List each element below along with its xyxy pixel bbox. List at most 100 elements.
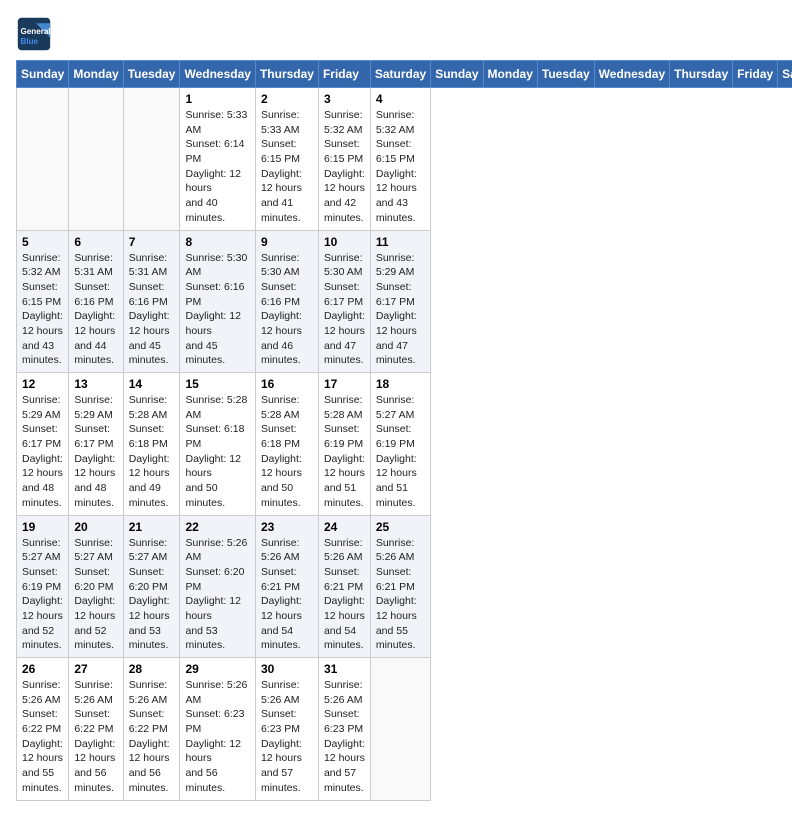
cell-info: Sunrise: 5:28 AM Sunset: 6:18 PM Dayligh… — [185, 393, 249, 511]
day-number: 14 — [129, 377, 175, 391]
cell-info: Sunrise: 5:31 AM Sunset: 6:16 PM Dayligh… — [74, 251, 117, 369]
header-saturday: Saturday — [370, 61, 430, 88]
calendar-cell: 1Sunrise: 5:33 AM Sunset: 6:14 PM Daylig… — [180, 88, 255, 231]
svg-text:General: General — [21, 27, 51, 36]
calendar-cell: 13 Sunrise: 5:29 AM Sunset: 6:17 PM Dayli… — [69, 373, 123, 516]
calendar-cell: 15 Sunrise: 5:28 AM Sunset: 6:18 PM Dayli… — [180, 373, 255, 516]
page-header: General Blue — [16, 16, 776, 52]
day-number: 15 — [185, 377, 249, 391]
col-header-saturday: Saturday — [778, 61, 792, 88]
day-number: 29 — [185, 662, 249, 676]
day-number: 26 — [22, 662, 63, 676]
day-number: 19 — [22, 520, 63, 534]
day-number: 31 — [324, 662, 365, 676]
logo-icon: General Blue — [16, 16, 52, 52]
col-header-monday: Monday — [483, 61, 537, 88]
calendar-cell — [69, 88, 123, 231]
calendar-cell: 28Sunrise: 5:26 AM Sunset: 6:22 PM Dayli… — [123, 658, 180, 801]
calendar-cell: 30Sunrise: 5:26 AM Sunset: 6:23 PM Dayli… — [255, 658, 318, 801]
calendar-cell: 7 Sunrise: 5:31 AM Sunset: 6:16 PM Daylig… — [123, 230, 180, 373]
cell-info: Sunrise: 5:27 AM Sunset: 6:19 PM Dayligh… — [376, 393, 425, 511]
header-monday: Monday — [69, 61, 123, 88]
day-number: 3 — [324, 92, 365, 106]
day-number: 13 — [74, 377, 117, 391]
cell-info: Sunrise: 5:33 AM Sunset: 6:15 PM Dayligh… — [261, 108, 313, 226]
cell-info: Sunrise: 5:28 AM Sunset: 6:18 PM Dayligh… — [129, 393, 175, 511]
header-tuesday: Tuesday — [123, 61, 180, 88]
cell-info: Sunrise: 5:26 AM Sunset: 6:21 PM Dayligh… — [324, 536, 365, 654]
day-number: 4 — [376, 92, 425, 106]
cell-info: Sunrise: 5:26 AM Sunset: 6:23 PM Dayligh… — [185, 678, 249, 796]
calendar-cell: 26Sunrise: 5:26 AM Sunset: 6:22 PM Dayli… — [17, 658, 69, 801]
calendar-cell: 20 Sunrise: 5:27 AM Sunset: 6:20 PM Dayli… — [69, 515, 123, 658]
calendar-cell: 24 Sunrise: 5:26 AM Sunset: 6:21 PM Dayli… — [318, 515, 370, 658]
calendar-cell: 23Sunrise: 5:26 AM Sunset: 6:21 PM Dayli… — [255, 515, 318, 658]
calendar-cell — [17, 88, 69, 231]
col-header-tuesday: Tuesday — [537, 61, 594, 88]
cell-info: Sunrise: 5:29 AM Sunset: 6:17 PM Dayligh… — [376, 251, 425, 369]
cell-info: Sunrise: 5:28 AM Sunset: 6:19 PM Dayligh… — [324, 393, 365, 511]
cell-info: Sunrise: 5:30 AM Sunset: 6:16 PM Dayligh… — [261, 251, 313, 369]
calendar-cell: 21 Sunrise: 5:27 AM Sunset: 6:20 PM Dayli… — [123, 515, 180, 658]
cell-info: Sunrise: 5:29 AM Sunset: 6:17 PM Dayligh… — [74, 393, 117, 511]
calendar-cell: 29 Sunrise: 5:26 AM Sunset: 6:23 PM Dayli… — [180, 658, 255, 801]
day-number: 28 — [129, 662, 175, 676]
calendar-cell: 11 Sunrise: 5:29 AM Sunset: 6:17 PM Dayli… — [370, 230, 430, 373]
calendar-cell: 31 Sunrise: 5:26 AM Sunset: 6:23 PM Dayli… — [318, 658, 370, 801]
cell-info: Sunrise: 5:30 AM Sunset: 6:16 PM Dayligh… — [185, 251, 249, 369]
col-header-friday: Friday — [733, 61, 778, 88]
calendar-cell: 10Sunrise: 5:30 AM Sunset: 6:17 PM Dayli… — [318, 230, 370, 373]
day-number: 25 — [376, 520, 425, 534]
calendar-week-4: 19 Sunrise: 5:27 AM Sunset: 6:19 PM Dayli… — [17, 515, 792, 658]
day-number: 9 — [261, 235, 313, 249]
calendar-cell: 18 Sunrise: 5:27 AM Sunset: 6:19 PM Dayli… — [370, 373, 430, 516]
day-number: 22 — [185, 520, 249, 534]
calendar-cell: 4Sunrise: 5:32 AM Sunset: 6:15 PM Daylig… — [370, 88, 430, 231]
day-number: 27 — [74, 662, 117, 676]
calendar-week-3: 12 Sunrise: 5:29 AM Sunset: 6:17 PM Dayli… — [17, 373, 792, 516]
day-number: 5 — [22, 235, 63, 249]
calendar-cell: 17 Sunrise: 5:28 AM Sunset: 6:19 PM Dayli… — [318, 373, 370, 516]
calendar-cell: 25Sunrise: 5:26 AM Sunset: 6:21 PM Dayli… — [370, 515, 430, 658]
calendar-week-2: 5 Sunrise: 5:32 AM Sunset: 6:15 PM Daylig… — [17, 230, 792, 373]
calendar-table: SundayMondayTuesdayWednesdayThursdayFrid… — [16, 60, 792, 801]
day-number: 18 — [376, 377, 425, 391]
day-number: 17 — [324, 377, 365, 391]
day-number: 24 — [324, 520, 365, 534]
header-friday: Friday — [318, 61, 370, 88]
header-sunday: Sunday — [17, 61, 69, 88]
col-header-sunday: Sunday — [431, 61, 483, 88]
calendar-cell: 19 Sunrise: 5:27 AM Sunset: 6:19 PM Dayli… — [17, 515, 69, 658]
header-wednesday: Wednesday — [180, 61, 255, 88]
col-header-wednesday: Wednesday — [594, 61, 669, 88]
cell-info: Sunrise: 5:27 AM Sunset: 6:20 PM Dayligh… — [129, 536, 175, 654]
calendar-cell: 14 Sunrise: 5:28 AM Sunset: 6:18 PM Dayli… — [123, 373, 180, 516]
cell-info: Sunrise: 5:26 AM Sunset: 6:23 PM Dayligh… — [324, 678, 365, 796]
day-number: 30 — [261, 662, 313, 676]
cell-info: Sunrise: 5:32 AM Sunset: 6:15 PM Dayligh… — [324, 108, 365, 226]
cell-info: Sunrise: 5:26 AM Sunset: 6:21 PM Dayligh… — [261, 536, 313, 654]
cell-info: Sunrise: 5:27 AM Sunset: 6:20 PM Dayligh… — [74, 536, 117, 654]
cell-info: Sunrise: 5:29 AM Sunset: 6:17 PM Dayligh… — [22, 393, 63, 511]
calendar-cell: 12 Sunrise: 5:29 AM Sunset: 6:17 PM Dayli… — [17, 373, 69, 516]
calendar-cell — [370, 658, 430, 801]
day-number: 12 — [22, 377, 63, 391]
day-number: 11 — [376, 235, 425, 249]
day-number: 20 — [74, 520, 117, 534]
day-number: 6 — [74, 235, 117, 249]
day-number: 21 — [129, 520, 175, 534]
svg-text:Blue: Blue — [21, 37, 39, 46]
cell-info: Sunrise: 5:30 AM Sunset: 6:17 PM Dayligh… — [324, 251, 365, 369]
calendar-header-row: SundayMondayTuesdayWednesdayThursdayFrid… — [17, 61, 792, 88]
cell-info: Sunrise: 5:31 AM Sunset: 6:16 PM Dayligh… — [129, 251, 175, 369]
calendar-cell: 2 Sunrise: 5:33 AM Sunset: 6:15 PM Daylig… — [255, 88, 318, 231]
calendar-week-5: 26Sunrise: 5:26 AM Sunset: 6:22 PM Dayli… — [17, 658, 792, 801]
day-number: 2 — [261, 92, 313, 106]
logo: General Blue — [16, 16, 56, 52]
cell-info: Sunrise: 5:33 AM Sunset: 6:14 PM Dayligh… — [185, 108, 249, 226]
cell-info: Sunrise: 5:27 AM Sunset: 6:19 PM Dayligh… — [22, 536, 63, 654]
cell-info: Sunrise: 5:32 AM Sunset: 6:15 PM Dayligh… — [22, 251, 63, 369]
day-number: 7 — [129, 235, 175, 249]
day-number: 8 — [185, 235, 249, 249]
calendar-cell: 3 Sunrise: 5:32 AM Sunset: 6:15 PM Daylig… — [318, 88, 370, 231]
